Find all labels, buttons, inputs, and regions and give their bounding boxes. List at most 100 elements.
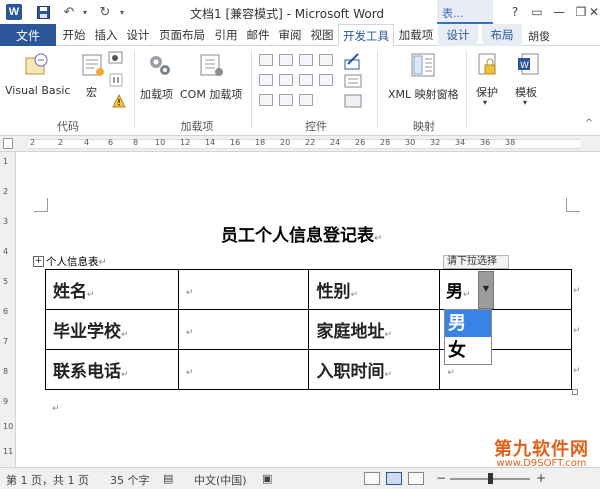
dropdown-control-title[interactable]: 请下拉选择: [443, 255, 509, 269]
add-ins-button[interactable]: 加载项: [140, 86, 173, 102]
building-block-control-icon[interactable]: [279, 94, 293, 106]
customize-qat-icon[interactable]: ▾: [116, 3, 128, 21]
com-add-ins-button[interactable]: COM 加载项: [180, 86, 242, 102]
design-mode-pencil-icon[interactable]: [344, 52, 362, 70]
cell-text: 联系电话: [53, 362, 121, 382]
legacy-tools-icon[interactable]: [299, 94, 313, 106]
table-cell-label[interactable]: 性别↵: [308, 269, 441, 310]
end-of-row-mark: ↵: [573, 326, 581, 336]
ruler-number: 16: [230, 138, 241, 147]
table-cell-label[interactable]: 毕业学校↵: [45, 309, 179, 350]
com-add-ins-icon[interactable]: [198, 52, 224, 78]
tab-design[interactable]: 设计: [124, 24, 152, 46]
tab-selector-icon[interactable]: [3, 138, 13, 149]
combo-box-control-icon[interactable]: [279, 74, 293, 86]
language-indicator[interactable]: 中文(中国): [194, 472, 247, 488]
dropdown-arrow-button[interactable]: ▼: [478, 271, 494, 309]
rich-text-control-icon[interactable]: [259, 54, 273, 66]
properties-list-icon[interactable]: [344, 74, 362, 88]
tab-file[interactable]: 文件: [0, 24, 56, 46]
tab-page-layout[interactable]: 页面布局: [156, 24, 208, 46]
table-cell-label[interactable]: 入职时间↵: [308, 349, 441, 390]
tab-review[interactable]: 审阅: [276, 24, 304, 46]
horizontal-ruler[interactable]: 2 2 4 6 8 10 12 14 16 18 20 22 24 26 28 …: [0, 136, 600, 152]
tab-home[interactable]: 开始: [60, 24, 88, 46]
macros-icon[interactable]: [80, 52, 106, 78]
ruler-number: 8: [133, 138, 139, 147]
picture-control-icon[interactable]: [319, 54, 333, 66]
tab-table-design[interactable]: 设计: [438, 24, 478, 46]
paragraph-mark: ↵: [374, 233, 383, 244]
visual-basic-icon[interactable]: [24, 52, 50, 78]
xml-mapping-pane-button[interactable]: XML 映射窗格: [388, 86, 459, 102]
repeat-icon[interactable]: ↻: [96, 3, 114, 21]
table-cell-label[interactable]: 家庭地址↵: [308, 309, 441, 350]
visual-basic-button[interactable]: Visual Basic: [5, 84, 70, 97]
dropdown-option-female[interactable]: 女: [445, 337, 491, 364]
protect-icon[interactable]: [475, 52, 501, 78]
proofing-icon[interactable]: ▤: [163, 472, 173, 485]
print-layout-icon[interactable]: [386, 472, 402, 485]
table-tools-context-title: 表...: [437, 0, 493, 24]
tab-add-ins[interactable]: 加载项: [396, 24, 436, 46]
table-cell-value[interactable]: ↵: [177, 269, 310, 310]
help-button[interactable]: ?: [504, 3, 526, 21]
ruler-number: 2: [58, 138, 64, 147]
design-mode-icon[interactable]: [299, 54, 313, 66]
xml-mapping-pane-icon[interactable]: [410, 52, 436, 78]
zoom-slider-thumb[interactable]: [488, 473, 493, 484]
record-macro-icon[interactable]: [108, 50, 124, 66]
table-move-handle-icon[interactable]: +: [33, 256, 44, 267]
dropdown-list-control-icon[interactable]: [299, 74, 313, 86]
group-icon[interactable]: [344, 94, 362, 108]
table-cell-value[interactable]: ↵: [177, 349, 310, 390]
undo-icon[interactable]: ↶: [60, 3, 78, 21]
tab-insert[interactable]: 插入: [92, 24, 120, 46]
save-icon[interactable]: [34, 3, 52, 21]
table-cell-label[interactable]: 联系电话↵: [45, 349, 179, 390]
read-mode-icon[interactable]: [364, 472, 380, 485]
minimize-button[interactable]: —: [548, 3, 570, 21]
plain-text-control-icon[interactable]: [279, 54, 293, 66]
group-divider: [466, 50, 467, 128]
paragraph-mark: ↵: [463, 290, 471, 300]
add-ins-icon[interactable]: [146, 52, 172, 78]
ruler-number: 32: [430, 138, 441, 147]
template-icon[interactable]: W: [516, 52, 542, 78]
group-divider: [251, 50, 252, 128]
web-layout-icon[interactable]: [408, 472, 424, 485]
table-cell-value[interactable]: ↵: [177, 309, 310, 350]
macro-record-icon[interactable]: ▣: [262, 472, 272, 485]
table-caption[interactable]: 个人信息表↵: [46, 254, 107, 269]
user-name[interactable]: 胡俊: [528, 28, 550, 44]
paragraph-mark: ↵: [121, 330, 129, 340]
template-dropdown-icon[interactable]: ▾: [523, 98, 527, 107]
date-picker-control-icon[interactable]: [259, 94, 273, 106]
properties-icon[interactable]: [319, 74, 333, 86]
table-resize-handle-icon[interactable]: [572, 389, 578, 395]
tab-mailings[interactable]: 邮件: [244, 24, 272, 46]
zoom-out-button[interactable]: −: [436, 471, 446, 485]
close-button[interactable]: ✕: [588, 3, 600, 21]
word-count[interactable]: 35 个字: [110, 472, 150, 488]
macro-security-icon[interactable]: [112, 93, 126, 108]
tab-view[interactable]: 视图: [308, 24, 336, 46]
vertical-ruler[interactable]: 1 2 3 4 5 6 7 8 9 10 11: [0, 152, 16, 467]
tab-table-layout[interactable]: 布局: [482, 24, 522, 46]
tab-developer[interactable]: 开发工具: [338, 24, 394, 47]
dropdown-option-male[interactable]: 男: [445, 310, 491, 337]
pause-recording-icon[interactable]: [108, 72, 124, 88]
tab-references[interactable]: 引用: [212, 24, 240, 46]
document-heading[interactable]: 员工个人信息登记表↵: [221, 221, 382, 246]
macros-button[interactable]: 宏: [86, 84, 97, 100]
paragraph-mark: ↵: [87, 290, 95, 300]
protect-dropdown-icon[interactable]: ▾: [483, 98, 487, 107]
dropdown-control-value[interactable]: 男↵: [446, 277, 471, 302]
table-cell-label[interactable]: 姓名↵: [45, 269, 179, 310]
ribbon-display-icon[interactable]: ▭: [526, 3, 548, 21]
page-count[interactable]: 第 1 页，共 1 页: [6, 472, 89, 488]
zoom-in-button[interactable]: +: [536, 471, 546, 485]
undo-dropdown-icon[interactable]: ▾: [80, 3, 90, 21]
collapse-ribbon-icon[interactable]: ^: [585, 118, 593, 129]
checkbox-control-icon[interactable]: [259, 74, 273, 86]
